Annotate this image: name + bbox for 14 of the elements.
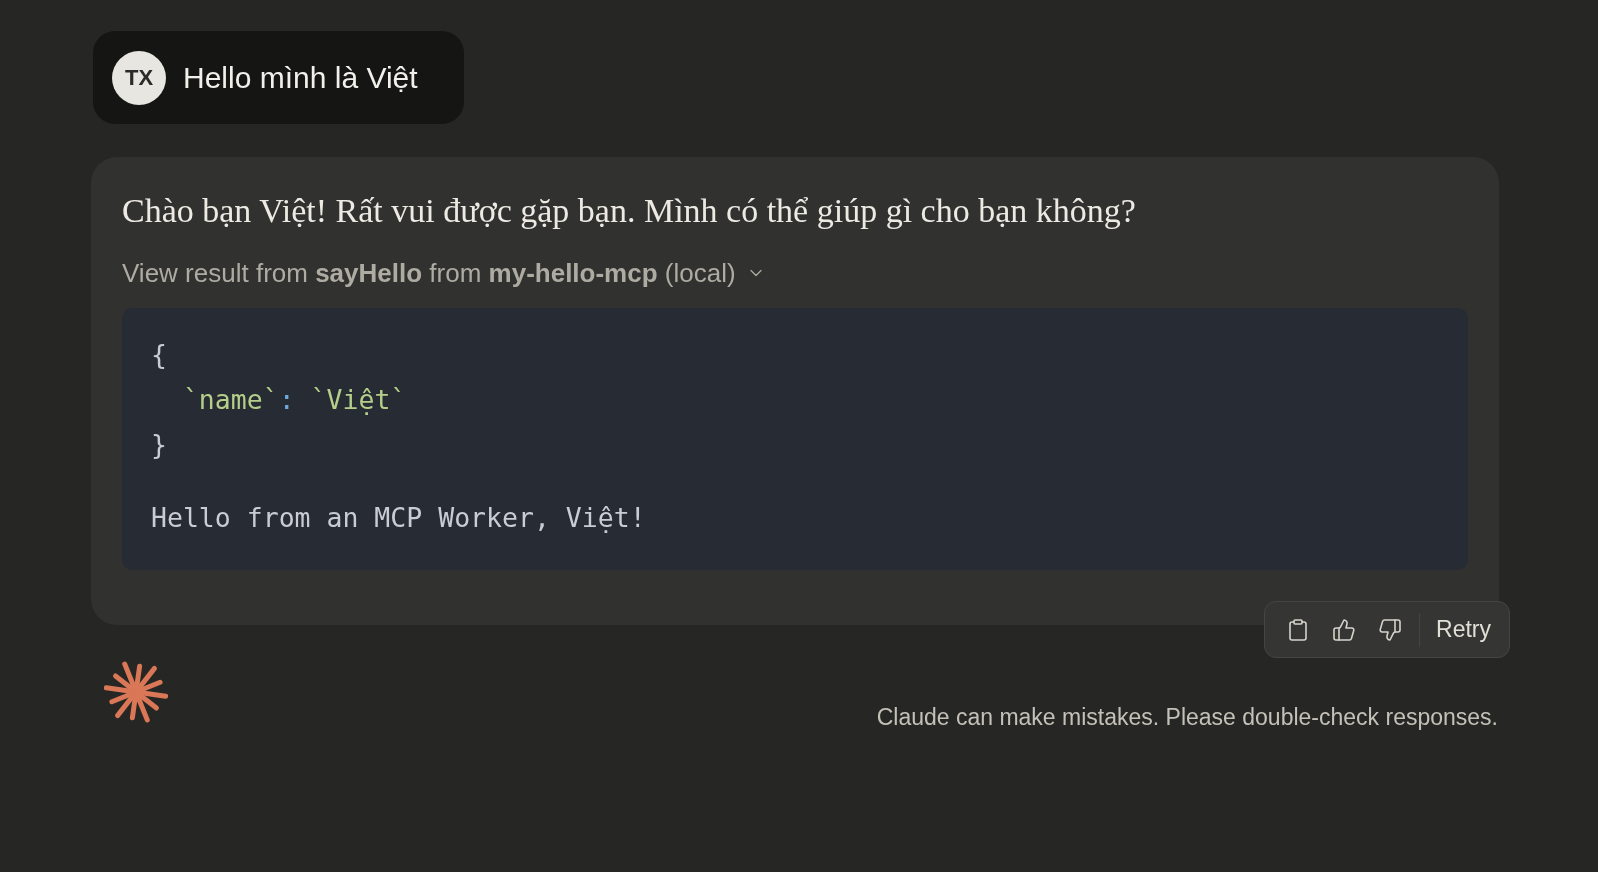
user-message-text: Hello mình là Việt [183, 60, 418, 96]
user-avatar: TX [112, 50, 166, 105]
code-text: : [278, 383, 295, 417]
disclaimer-text: Claude can make mistakes. Please double-check responses. [876, 703, 1498, 732]
starburst-logo-icon [104, 660, 168, 724]
retry-button[interactable]: Retry [1428, 608, 1499, 651]
thumbs-up-icon [1332, 617, 1357, 642]
assistant-message-text: Chào bạn Việt! Rất vui được gặp bạn. Mình có thể giúp gì cho bạn không? [122, 191, 1137, 231]
thumbs-down-icon [1378, 617, 1403, 642]
code-text: `name` [181, 383, 279, 417]
code-text: { [151, 338, 167, 372]
code-output-text: Hello from an MCP Worker, Việt! [151, 501, 646, 535]
code-text: `Việt` [309, 383, 407, 417]
code-text: } [151, 428, 167, 462]
